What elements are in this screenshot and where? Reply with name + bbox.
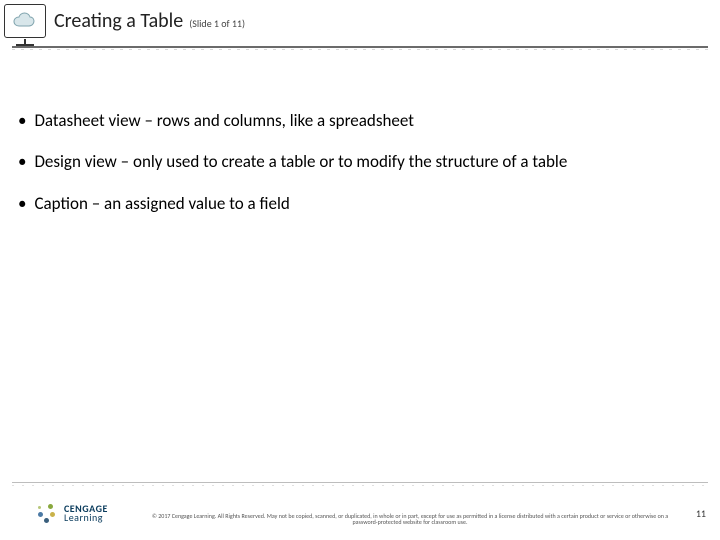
slide-footer: CENGAGE Learning © 2017 Cengage Learning… (0, 482, 720, 540)
cengage-logo: CENGAGE Learning (36, 502, 108, 524)
footer-rule-decoration (12, 485, 708, 486)
logo-mark-icon (36, 502, 58, 524)
header-rule (12, 46, 708, 48)
bullet-item: Datasheet view – rows and columns, like … (18, 110, 702, 131)
slide-header: Creating a Table (Slide 1 of 11) (4, 4, 708, 38)
logo-text: CENGAGE Learning (64, 504, 108, 522)
slide-subtitle: (Slide 1 of 11) (189, 17, 245, 30)
slide-content: Datasheet view – rows and columns, like … (18, 110, 702, 234)
slide: Creating a Table (Slide 1 of 11) Datashe… (0, 0, 720, 540)
bullet-item: Design view – only used to create a tabl… (18, 151, 702, 172)
header-rule-decoration (12, 49, 708, 50)
bullet-text: Caption – an assigned value to a field (34, 193, 289, 214)
title-wrap: Creating a Table (Slide 1 of 11) (54, 9, 245, 33)
bullet-text: Design view – only used to create a tabl… (34, 151, 567, 172)
copyright-text: © 2017 Cengage Learning. All Rights Rese… (140, 513, 680, 526)
slide-title: Creating a Table (54, 9, 183, 33)
logo-text-bottom: Learning (64, 513, 108, 522)
bullet-text: Datasheet view – rows and columns, like … (34, 110, 413, 131)
page-number: 11 (696, 507, 706, 520)
cloud-icon (11, 12, 39, 30)
cloud-monitor-icon (4, 4, 46, 38)
footer-rule (12, 482, 708, 483)
bullet-item: Caption – an assigned value to a field (18, 193, 702, 214)
